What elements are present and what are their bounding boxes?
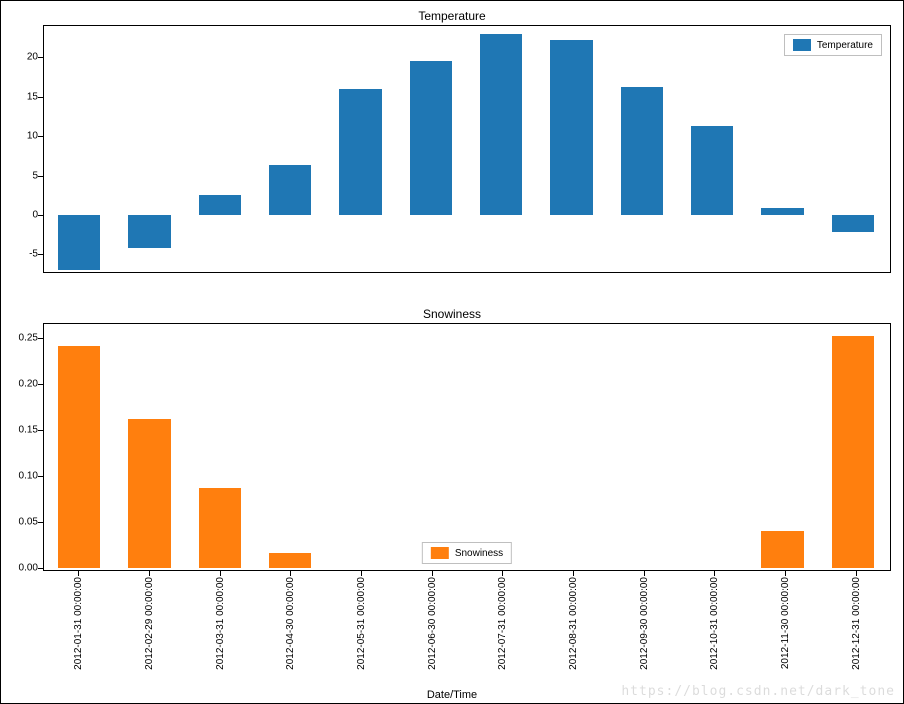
- y-tick-label: 0.00: [19, 563, 38, 574]
- x-tick-label: 2012-03-31 00:00:00: [215, 577, 226, 670]
- y-tick: [38, 176, 44, 177]
- bar: [761, 208, 803, 215]
- y-tick-label: 20: [27, 52, 38, 63]
- y-tick: [38, 430, 44, 431]
- x-tick: [149, 571, 150, 576]
- temperature-legend-label: Temperature: [817, 40, 873, 51]
- bar: [128, 419, 170, 568]
- y-tick-label: 5: [32, 170, 38, 181]
- y-tick-label: 0: [32, 209, 38, 220]
- y-tick-label: 0.10: [19, 470, 38, 481]
- x-tick: [856, 571, 857, 576]
- bar: [128, 215, 170, 248]
- chart-title-snowiness: Snowiness: [1, 307, 903, 321]
- bar: [832, 215, 874, 232]
- y-tick-label: 15: [27, 91, 38, 102]
- bar: [761, 531, 803, 568]
- x-tick-label: 2012-06-30 00:00:00: [427, 577, 438, 670]
- bar: [550, 40, 592, 215]
- y-tick: [38, 522, 44, 523]
- y-tick-label: -5: [29, 249, 38, 260]
- x-tick-label: 2012-11-30 00:00:00: [780, 577, 791, 669]
- x-tick-label: 2012-05-31 00:00:00: [356, 577, 367, 670]
- y-tick: [38, 254, 44, 255]
- snowiness-swatch-icon: [431, 547, 449, 559]
- temperature-legend: Temperature: [784, 34, 882, 56]
- y-tick-label: 0.25: [19, 332, 38, 343]
- x-tick: [573, 571, 574, 576]
- x-axis: 2012-01-31 00:00:00 2012-02-29 00:00:00 20…: [43, 571, 891, 689]
- x-tick: [644, 571, 645, 576]
- snowiness-legend-label: Snowiness: [455, 548, 503, 559]
- x-tick-label: 2012-04-30 00:00:00: [285, 577, 296, 670]
- bar: [199, 488, 241, 568]
- x-tick: [785, 571, 786, 576]
- y-tick: [38, 57, 44, 58]
- x-tick-label: 2012-09-30 00:00:00: [639, 577, 650, 670]
- y-tick: [38, 338, 44, 339]
- x-tick-label: 2012-12-31 00:00:00: [851, 577, 862, 670]
- figure: Temperature -505101520 Temperature Snowi…: [0, 0, 904, 704]
- x-tick-label: 2012-10-31 00:00:00: [709, 577, 720, 670]
- bar: [832, 336, 874, 568]
- y-tick: [38, 568, 44, 569]
- bar: [269, 165, 311, 215]
- bar: [691, 126, 733, 215]
- x-tick: [714, 571, 715, 576]
- x-tick: [432, 571, 433, 576]
- y-tick-label: 10: [27, 131, 38, 142]
- x-tick-label: 2012-02-29 00:00:00: [144, 577, 155, 670]
- chart-title-temperature: Temperature: [1, 9, 903, 23]
- y-tick: [38, 97, 44, 98]
- snowiness-plot-area: 0.000.050.100.150.200.25: [44, 324, 890, 570]
- x-tick: [361, 571, 362, 576]
- temperature-plot-area: -505101520: [44, 26, 890, 272]
- x-tick: [220, 571, 221, 576]
- y-tick: [38, 476, 44, 477]
- snowiness-legend: Snowiness: [422, 542, 512, 564]
- watermark-text: https://blog.csdn.net/dark_tone: [621, 684, 895, 699]
- temperature-panel: -505101520 Temperature: [43, 25, 891, 273]
- snowiness-panel: 0.000.050.100.150.200.25 Snowiness: [43, 323, 891, 571]
- y-tick-label: 0.20: [19, 378, 38, 389]
- x-tick: [502, 571, 503, 576]
- bar: [58, 346, 100, 568]
- bar: [339, 89, 381, 215]
- y-tick: [38, 384, 44, 385]
- bar: [58, 215, 100, 270]
- y-tick: [38, 136, 44, 137]
- temperature-swatch-icon: [793, 39, 811, 51]
- x-tick: [78, 571, 79, 576]
- x-tick-label: 2012-08-31 00:00:00: [568, 577, 579, 670]
- x-tick-label: 2012-07-31 00:00:00: [497, 577, 508, 670]
- bar: [410, 61, 452, 215]
- y-tick: [38, 215, 44, 216]
- x-tick: [290, 571, 291, 576]
- y-tick-label: 0.05: [19, 516, 38, 527]
- bar: [269, 553, 311, 568]
- bar: [480, 34, 522, 215]
- y-tick-label: 0.15: [19, 424, 38, 435]
- x-tick-label: 2012-01-31 00:00:00: [73, 577, 84, 670]
- bar: [621, 87, 663, 215]
- bar: [199, 195, 241, 215]
